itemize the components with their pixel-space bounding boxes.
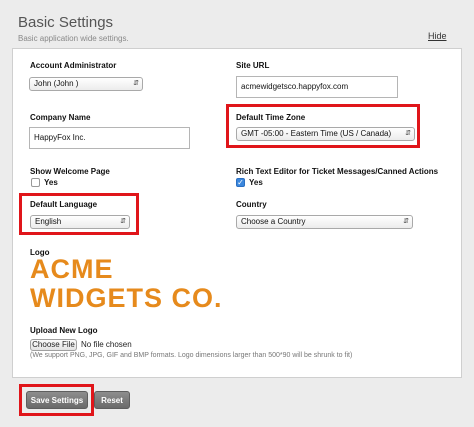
site-url-label: Site URL bbox=[236, 61, 270, 70]
rich-text-option: Yes bbox=[249, 178, 263, 187]
country-select[interactable]: Choose a Country ⇵ bbox=[236, 215, 413, 229]
company-logo-line2: WIDGETS CO. bbox=[30, 283, 223, 313]
save-settings-button[interactable]: Save Settings bbox=[26, 391, 88, 409]
language-label: Default Language bbox=[30, 200, 98, 209]
welcome-page-option: Yes bbox=[44, 178, 58, 187]
time-zone-select[interactable]: GMT -05:00 - Eastern Time (US / Canada) … bbox=[236, 127, 415, 141]
site-url-input[interactable]: acmewidgetsco.happyfox.com bbox=[236, 76, 398, 98]
company-name-label: Company Name bbox=[30, 113, 91, 122]
company-name-input[interactable]: HappyFox Inc. bbox=[29, 127, 190, 149]
select-arrows-icon: ⇵ bbox=[403, 218, 409, 225]
choose-file-button[interactable]: Choose File bbox=[30, 339, 77, 351]
reset-button[interactable]: Reset bbox=[94, 391, 130, 409]
country-value: Choose a Country bbox=[241, 217, 306, 226]
rich-text-checkbox[interactable]: ✓ bbox=[236, 178, 245, 187]
language-value: English bbox=[35, 217, 62, 226]
check-icon: ✓ bbox=[237, 178, 244, 187]
rich-text-label: Rich Text Editor for Ticket Messages/Can… bbox=[236, 167, 439, 176]
welcome-page-checkbox[interactable] bbox=[31, 178, 40, 187]
time-zone-value: GMT -05:00 - Eastern Time (US / Canada) bbox=[241, 129, 392, 138]
account-admin-value: John (John ) bbox=[34, 79, 79, 88]
language-select[interactable]: English ⇵ bbox=[30, 215, 130, 229]
account-admin-select[interactable]: John (John ) ⇵ bbox=[29, 77, 143, 91]
select-arrows-icon: ⇵ bbox=[120, 218, 126, 225]
company-logo-line1: ACME bbox=[30, 254, 114, 284]
hide-link[interactable]: Hide bbox=[428, 31, 447, 41]
upload-logo-label: Upload New Logo bbox=[30, 326, 98, 335]
select-arrows-icon: ⇵ bbox=[133, 80, 139, 87]
time-zone-label: Default Time Zone bbox=[236, 113, 306, 122]
page-subtitle: Basic application wide settings. bbox=[18, 34, 129, 43]
country-label: Country bbox=[236, 200, 267, 209]
file-status: No file chosen bbox=[81, 340, 132, 349]
select-arrows-icon: ⇵ bbox=[405, 130, 411, 137]
page-title: Basic Settings bbox=[18, 14, 114, 31]
account-admin-label: Account Administrator bbox=[30, 61, 117, 70]
welcome-page-label: Show Welcome Page bbox=[30, 167, 110, 176]
upload-note: (We support PNG, JPG, GIF and BMP format… bbox=[30, 352, 353, 359]
